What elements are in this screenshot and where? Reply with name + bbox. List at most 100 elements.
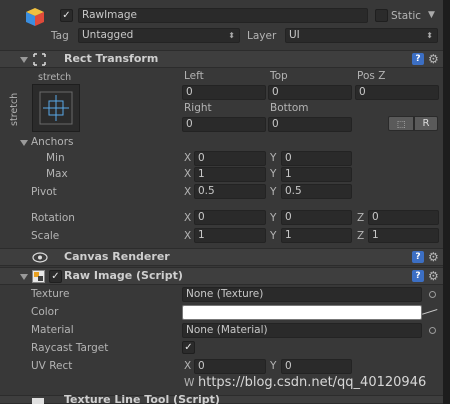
watermark-text: https://blog.csdn.net/qq_40120946: [198, 375, 427, 390]
rotation-label: Rotation: [31, 212, 75, 224]
blueprint-mode-button[interactable]: ⬚: [388, 116, 414, 131]
color-label: Color: [31, 306, 59, 318]
rot-y-label: Y: [270, 212, 277, 224]
anchor-min-x-field[interactable]: 0: [194, 151, 266, 166]
color-swatch[interactable]: [182, 305, 422, 320]
rot-x-label: X: [184, 212, 192, 224]
stretch-side-label: stretch: [9, 92, 20, 126]
help-icon[interactable]: ?: [412, 270, 424, 282]
uv-rect-label: UV Rect: [31, 360, 73, 372]
texture-label: Texture: [31, 288, 70, 300]
right-panel-strip: [443, 0, 450, 404]
right-field[interactable]: 0: [182, 117, 266, 132]
pivot-label: Pivot: [31, 186, 57, 198]
bottom-label: Bottom: [270, 102, 309, 114]
raw-image-header[interactable]: ✓ Raw Image (Script) ? ⚙: [0, 267, 450, 285]
anchor-stretch-icon: [39, 91, 73, 125]
eye-icon: [32, 252, 48, 263]
raycast-target-label: Raycast Target: [31, 342, 109, 354]
left-label: Left: [184, 70, 204, 82]
texture-line-tool-title: Texture Line Tool (Script): [64, 393, 220, 404]
canvas-renderer-title: Canvas Renderer: [64, 250, 170, 263]
material-label: Material: [31, 324, 74, 336]
layer-value: UI: [289, 29, 300, 41]
posz-field[interactable]: 0: [355, 85, 439, 100]
script-icon: [32, 398, 44, 404]
texture-line-tool-header[interactable]: Texture Line Tool (Script): [0, 393, 450, 404]
scale-x-label: X: [184, 230, 192, 242]
rect-transform-header[interactable]: Rect Transform ? ⚙: [0, 50, 450, 68]
uv-w-label: W: [184, 377, 195, 389]
layer-dropdown[interactable]: UI ⬍: [285, 28, 438, 43]
raw-image-enabled-checkbox[interactable]: ✓: [49, 270, 62, 283]
static-dropdown-icon[interactable]: ▼: [428, 10, 435, 20]
gear-icon[interactable]: ⚙: [428, 270, 439, 282]
uv-y-label: Y: [270, 360, 277, 372]
anchors-label: Anchors: [31, 136, 74, 148]
rot-z-label: Z: [357, 212, 365, 224]
gear-icon[interactable]: ⚙: [428, 251, 439, 263]
help-icon[interactable]: ?: [412, 251, 424, 263]
uv-x-field[interactable]: 0: [194, 359, 266, 374]
scale-y-label: Y: [270, 230, 277, 242]
uv-x-label: X: [184, 360, 192, 372]
tag-label: Tag: [51, 30, 69, 42]
max-y-label: Y: [270, 168, 277, 180]
static-checkbox[interactable]: [375, 9, 388, 22]
help-icon[interactable]: ?: [412, 53, 424, 65]
texture-field[interactable]: None (Texture): [182, 287, 422, 302]
rect-transform-title: Rect Transform: [64, 52, 159, 65]
active-checkbox[interactable]: ✓: [60, 9, 73, 22]
pivot-y-label: Y: [270, 186, 277, 198]
anchor-min-y-field[interactable]: 0: [281, 151, 352, 166]
anchors-fold-icon[interactable]: [20, 140, 28, 146]
stretch-top-label: stretch: [38, 72, 72, 83]
bottom-field[interactable]: 0: [268, 117, 352, 132]
gear-icon[interactable]: ⚙: [428, 53, 439, 65]
min-y-label: Y: [270, 152, 277, 164]
anchor-max-y-field[interactable]: 1: [281, 167, 352, 182]
scale-y-field[interactable]: 1: [281, 228, 352, 243]
scale-x-field[interactable]: 1: [194, 228, 266, 243]
rotation-z-field[interactable]: 0: [368, 210, 439, 225]
pivot-y-field[interactable]: 0.5: [281, 184, 352, 199]
right-label: Right: [184, 102, 212, 114]
static-label: Static: [391, 10, 422, 22]
anchor-preset-button[interactable]: [32, 84, 80, 132]
gameobject-cube-icon: [24, 6, 46, 28]
fold-arrow-icon[interactable]: [20, 274, 28, 280]
min-x-label: X: [184, 152, 192, 164]
layer-label: Layer: [247, 30, 277, 42]
tag-value: Untagged: [82, 29, 134, 41]
top-label: Top: [270, 70, 288, 82]
rect-transform-icon: [33, 53, 46, 66]
raw-image-title: Raw Image (Script): [64, 269, 183, 282]
tag-dropdown[interactable]: Untagged ⬍: [78, 28, 240, 43]
posz-label: Pos Z: [357, 70, 386, 82]
rotation-y-field[interactable]: 0: [281, 210, 352, 225]
eyedropper-icon[interactable]: ╱: [422, 304, 437, 319]
canvas-renderer-header[interactable]: Canvas Renderer ? ⚙: [0, 248, 450, 266]
tag-dropdown-icon: ⬍: [228, 31, 235, 40]
scale-z-field[interactable]: 1: [368, 228, 439, 243]
raw-edit-button[interactable]: R: [414, 116, 438, 131]
fold-arrow-icon[interactable]: [20, 57, 28, 63]
uv-y-field[interactable]: 0: [281, 359, 352, 374]
max-label: Max: [46, 168, 68, 180]
pivot-x-field[interactable]: 0.5: [194, 184, 266, 199]
raw-image-icon: [32, 270, 45, 283]
top-field[interactable]: 0: [268, 85, 352, 100]
object-name-field[interactable]: RawImage: [78, 8, 368, 23]
material-field[interactable]: None (Material): [182, 323, 422, 338]
object-picker-icon[interactable]: [429, 291, 436, 298]
scale-z-label: Z: [357, 230, 365, 242]
layer-dropdown-icon: ⬍: [426, 31, 433, 40]
raycast-target-checkbox[interactable]: ✓: [182, 341, 195, 354]
left-field[interactable]: 0: [182, 85, 266, 100]
blueprint-icon: ⬚: [396, 120, 406, 130]
min-label: Min: [46, 152, 65, 164]
object-picker-icon[interactable]: [429, 327, 436, 334]
rotation-x-field[interactable]: 0: [194, 210, 266, 225]
anchor-max-x-field[interactable]: 1: [194, 167, 266, 182]
max-x-label: X: [184, 168, 192, 180]
